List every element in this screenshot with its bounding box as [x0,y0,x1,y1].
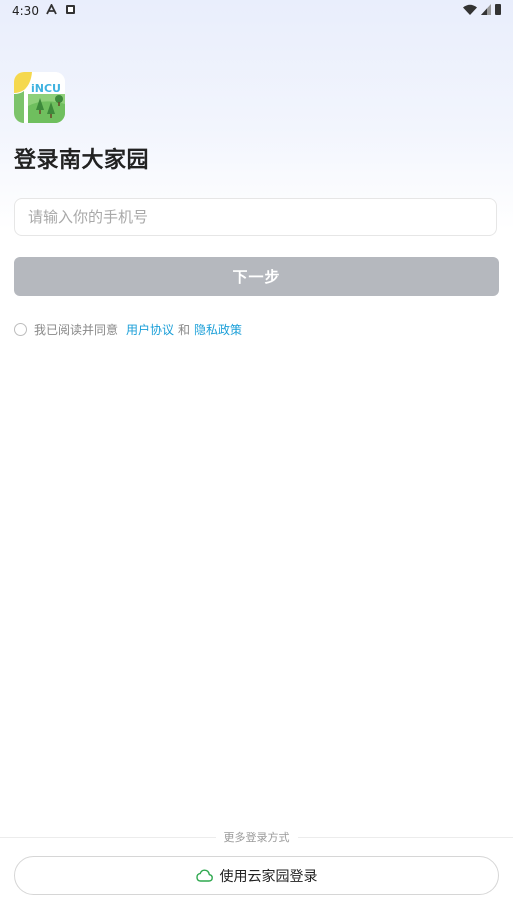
status-bar: 4:30 [0,0,513,24]
next-button[interactable]: 下一步 [14,257,499,296]
agreement-checkbox[interactable] [14,322,27,336]
phone-input[interactable] [14,198,497,236]
logo-artwork: iNCU [14,72,65,123]
notification-a-icon [46,4,57,15]
agreement-and: 和 [178,322,191,337]
signal-icon [481,4,491,15]
user-agreement-link[interactable]: 用户协议 [126,321,174,338]
privacy-policy-link[interactable]: 隐私政策 [194,321,242,338]
header-background [0,0,513,230]
agreement-row: 我已阅读并同意 用户协议 和 隐私政策 [14,320,242,338]
page-title: 登录南大家园 [14,148,150,173]
app-logo: iNCU [14,72,65,123]
logo-text: iNCU [31,82,61,95]
next-button-label: 下一步 [232,268,281,286]
cloud-login-label: 使用云家园登录 [219,868,318,885]
status-time: 4:30 [12,4,39,18]
wifi-icon [463,4,477,15]
agreement-prefix: 我已阅读并同意 [34,322,119,337]
cloud-icon [195,869,213,882]
notification-app-icon [66,5,75,14]
status-indicators [463,4,501,15]
cloud-login-button[interactable]: 使用云家园登录 [14,856,499,895]
battery-icon [495,4,501,15]
more-login-label: 更多登录方式 [215,829,298,845]
